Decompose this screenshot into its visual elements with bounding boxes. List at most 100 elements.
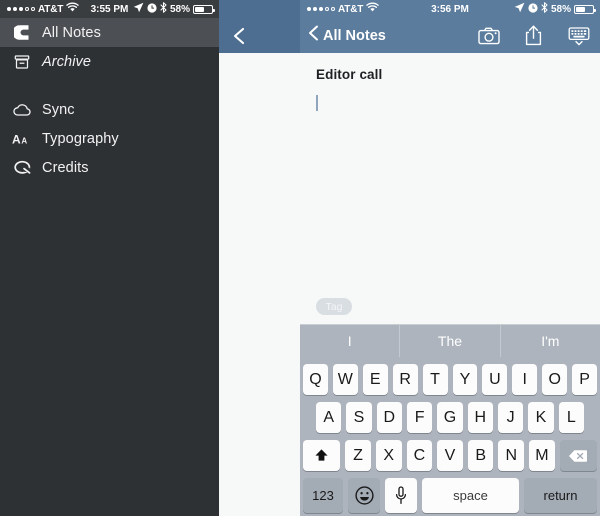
- right-screen: AT&T 3:56 PM 58% All Notes Editor call T…: [300, 0, 600, 516]
- alarm-clock-icon: [528, 2, 538, 16]
- statusbar-right: 58%: [514, 2, 600, 16]
- key-o[interactable]: O: [542, 364, 568, 395]
- key-n[interactable]: N: [498, 440, 525, 471]
- signal-dots-icon: [307, 7, 335, 11]
- statusbar-left: AT&T: [300, 2, 379, 16]
- sidebar-item-label: Typography: [42, 130, 119, 147]
- cloud-icon: [12, 100, 32, 120]
- numeric-key[interactable]: 123: [303, 478, 343, 513]
- wifi-icon: [66, 2, 79, 16]
- emoji-key[interactable]: [348, 478, 380, 513]
- dictation-key[interactable]: [385, 478, 417, 513]
- key-c[interactable]: C: [406, 440, 433, 471]
- note-editor[interactable]: Editor call Tag: [300, 53, 600, 324]
- sidebar-item-typography[interactable]: AA Typography: [0, 124, 219, 153]
- tag-input[interactable]: Tag: [316, 298, 352, 315]
- peek-statusbar: [219, 0, 300, 18]
- location-arrow-icon: [514, 2, 525, 16]
- statusbar-left: AT&T: [0, 2, 79, 16]
- wifi-icon: [366, 2, 379, 16]
- microphone-icon: [395, 486, 407, 505]
- key-e[interactable]: E: [362, 364, 388, 395]
- screenshot-root: AT&T 3:55 PM 58% All Notes Archive Sync …: [0, 0, 600, 516]
- shift-arrow-icon: [315, 449, 328, 461]
- peek-navbar: [219, 18, 300, 53]
- key-r[interactable]: R: [392, 364, 418, 395]
- camera-icon[interactable]: [477, 25, 500, 46]
- battery-percent-label: 58%: [169, 3, 190, 15]
- key-i[interactable]: I: [512, 364, 538, 395]
- emoji-smiley-icon: [354, 486, 374, 505]
- shift-key[interactable]: [303, 440, 341, 471]
- sidebar-item-sync[interactable]: Sync: [0, 95, 219, 124]
- location-arrow-icon: [133, 2, 144, 16]
- keyboard-row-3: Z X C V B N M: [300, 440, 600, 471]
- carrier-label: AT&T: [38, 3, 64, 15]
- key-s[interactable]: S: [346, 402, 372, 433]
- signal-dots-icon: [7, 7, 35, 11]
- share-icon[interactable]: [522, 25, 545, 46]
- key-f[interactable]: F: [407, 402, 433, 433]
- key-j[interactable]: J: [497, 402, 524, 433]
- peek-note-view[interactable]: [219, 0, 300, 516]
- sidebar-item-label: All Notes: [42, 24, 101, 41]
- sidebar-item-label: Archive: [42, 53, 92, 70]
- sidebar-menu: All Notes Archive Sync A A Typography Cr…: [0, 18, 219, 182]
- svg-text:A: A: [21, 136, 27, 145]
- key-w[interactable]: W: [332, 364, 358, 395]
- keyboard-dismiss-icon[interactable]: [567, 25, 590, 46]
- left-screen: AT&T 3:55 PM 58% All Notes Archive Sync …: [0, 0, 300, 516]
- archive-box-icon: [12, 52, 32, 72]
- key-a[interactable]: A: [316, 402, 342, 433]
- key-y[interactable]: Y: [452, 364, 478, 395]
- right-statusbar: AT&T 3:56 PM 58%: [300, 0, 600, 18]
- sidebar-item-label: Credits: [42, 159, 89, 176]
- note-navbar: All Notes: [300, 18, 600, 53]
- sidebar-item-all-notes[interactable]: All Notes: [0, 18, 219, 47]
- key-t[interactable]: T: [422, 364, 448, 395]
- typography-aa-icon: AA: [12, 129, 32, 149]
- app-logo-icon: [12, 23, 32, 43]
- key-p[interactable]: P: [572, 364, 598, 395]
- statusbar-right: 58%: [133, 2, 219, 16]
- back-button[interactable]: All Notes: [308, 24, 386, 47]
- chevron-left-icon: [308, 24, 319, 47]
- navbar-actions: [477, 25, 590, 46]
- bluetooth-icon: [541, 2, 548, 16]
- credits-q-icon: [12, 158, 32, 178]
- prediction-1[interactable]: The: [399, 325, 499, 357]
- key-m[interactable]: M: [529, 440, 555, 471]
- predictive-text-bar: I The I'm: [300, 324, 600, 357]
- sidebar-item-archive[interactable]: Archive: [0, 47, 219, 76]
- space-key[interactable]: space: [422, 478, 519, 513]
- delete-key[interactable]: [559, 440, 597, 471]
- key-b[interactable]: B: [467, 440, 494, 471]
- key-d[interactable]: D: [376, 402, 402, 433]
- keyboard-row-2: A S D F G H J K L: [300, 402, 600, 433]
- chevron-left-icon[interactable]: [227, 25, 250, 46]
- key-q[interactable]: Q: [302, 364, 328, 395]
- keyboard-row-4: 123 space return: [300, 478, 600, 513]
- tag-bar: Tag: [316, 297, 352, 315]
- key-l[interactable]: L: [558, 402, 584, 433]
- alarm-clock-icon: [147, 2, 157, 16]
- key-x[interactable]: X: [375, 440, 402, 471]
- key-v[interactable]: V: [437, 440, 463, 471]
- key-g[interactable]: G: [437, 402, 463, 433]
- left-statusbar: AT&T 3:55 PM 58%: [0, 0, 219, 18]
- prediction-2[interactable]: I'm: [499, 325, 600, 357]
- prediction-0[interactable]: I: [300, 325, 399, 357]
- text-cursor: [316, 94, 318, 111]
- note-body[interactable]: [316, 94, 584, 111]
- backspace-icon: [569, 449, 588, 462]
- sidebar-item-credits[interactable]: Credits: [0, 153, 219, 182]
- key-z[interactable]: Z: [345, 440, 371, 471]
- key-u[interactable]: U: [482, 364, 508, 395]
- battery-icon: [574, 4, 596, 14]
- keyboard-row-1: Q W E R T Y U I O P: [300, 364, 600, 395]
- key-k[interactable]: K: [528, 402, 554, 433]
- return-key[interactable]: return: [524, 478, 597, 513]
- key-h[interactable]: H: [467, 402, 493, 433]
- sidebar-separator-gap: [0, 76, 219, 95]
- note-title[interactable]: Editor call: [316, 67, 584, 82]
